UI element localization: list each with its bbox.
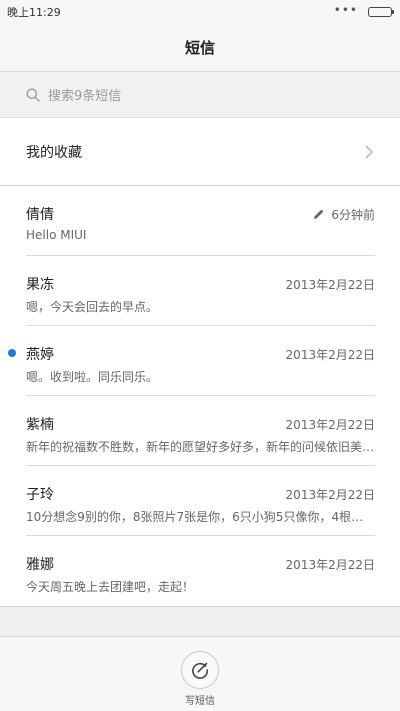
battery-icon <box>368 7 394 17</box>
message-header: 燕婷 2013年2月22日 <box>26 344 375 364</box>
contact-name: 雅娜 <box>26 557 54 573</box>
message-preview: 新年的祝福数不胜数，新年的愿望好多好多，新年的问候依旧美丽，新年的礼物 <box>26 440 375 454</box>
message-item[interactable]: 倩倩 6分钟前 Hello MIUI <box>0 186 400 256</box>
message-item[interactable]: 果冻 2013年2月22日 嗯，今天会回去的早点。 <box>0 256 400 326</box>
compose-icon <box>192 662 209 679</box>
message-time: 2013年2月22日 <box>285 277 375 292</box>
app-header: 短信 <box>0 24 400 72</box>
unread-dot-icon <box>8 349 16 357</box>
message-header: 倩倩 6分钟前 <box>26 204 375 224</box>
message-time: 6分钟前 <box>313 206 375 223</box>
contact-name: 燕婷 <box>26 347 54 363</box>
message-item[interactable]: 燕婷 2013年2月22日 嗯。收到啦。同乐同乐。 <box>0 326 400 396</box>
message-preview: 嗯。收到啦。同乐同乐。 <box>26 370 159 384</box>
message-item[interactable]: 雅娜 2013年2月22日 今天周五晚上去团建吧，走起！ <box>0 536 400 606</box>
message-header: 子玲 2013年2月22日 <box>26 484 375 504</box>
compose-label[interactable]: 写短信 <box>0 692 400 707</box>
favorites-label: 我的收藏 <box>26 144 82 161</box>
bottom-toolbar: 写短信 <box>0 636 400 711</box>
message-header: 紫楠 2013年2月22日 <box>26 414 375 434</box>
contact-name: 紫楠 <box>26 417 54 433</box>
message-item[interactable]: 子玲 2013年2月22日 10分想念9别的你，8张照片7张是你，6只小狗5只像… <box>0 466 400 536</box>
contact-name: 子玲 <box>26 487 54 503</box>
message-list: 倩倩 6分钟前 Hello MIUI 果冻 2013年2月22日 嗯，今天会回去… <box>0 186 400 606</box>
message-preview: Hello MIUI <box>26 228 87 242</box>
message-time: 2013年2月22日 <box>285 557 375 572</box>
compose-button[interactable] <box>181 651 219 689</box>
signal-dots-icon: ••• <box>333 3 358 17</box>
chevron-right-icon <box>365 145 373 158</box>
contact-name: 果冻 <box>26 277 54 293</box>
message-header: 果冻 2013年2月22日 <box>26 274 375 294</box>
message-time: 2013年2月22日 <box>285 417 375 432</box>
search-icon <box>26 88 40 102</box>
search-bar: 搜索9条短信 <box>0 72 400 118</box>
message-item[interactable]: 紫楠 2013年2月22日 新年的祝福数不胜数，新年的愿望好多好多，新年的问候依… <box>0 396 400 466</box>
list-footer-spacer <box>0 606 400 636</box>
status-icons: ••• <box>333 3 394 17</box>
message-time-text: 6分钟前 <box>331 207 375 222</box>
message-time: 2013年2月22日 <box>285 347 375 362</box>
message-preview: 嗯，今天会回去的早点。 <box>26 300 159 314</box>
favorites-row[interactable]: 我的收藏 <box>0 118 400 186</box>
message-header: 雅娜 2013年2月22日 <box>26 554 375 574</box>
status-time: 晚上11:29 <box>7 6 61 19</box>
message-time: 2013年2月22日 <box>285 487 375 502</box>
contact-name: 倩倩 <box>26 207 54 223</box>
page-title: 短信 <box>184 39 215 57</box>
search-placeholder: 搜索9条短信 <box>48 89 122 104</box>
message-preview: 10分想念9别的你，8张照片7张是你，6只小狗5只像你，4根骨头3只狗 <box>26 510 375 524</box>
search-input[interactable]: 搜索9条短信 <box>12 80 388 110</box>
message-preview: 今天周五晚上去团建吧，走起！ <box>26 580 195 594</box>
pencil-draft-icon <box>314 209 324 219</box>
status-bar: 晚上11:29 ••• <box>0 0 400 24</box>
